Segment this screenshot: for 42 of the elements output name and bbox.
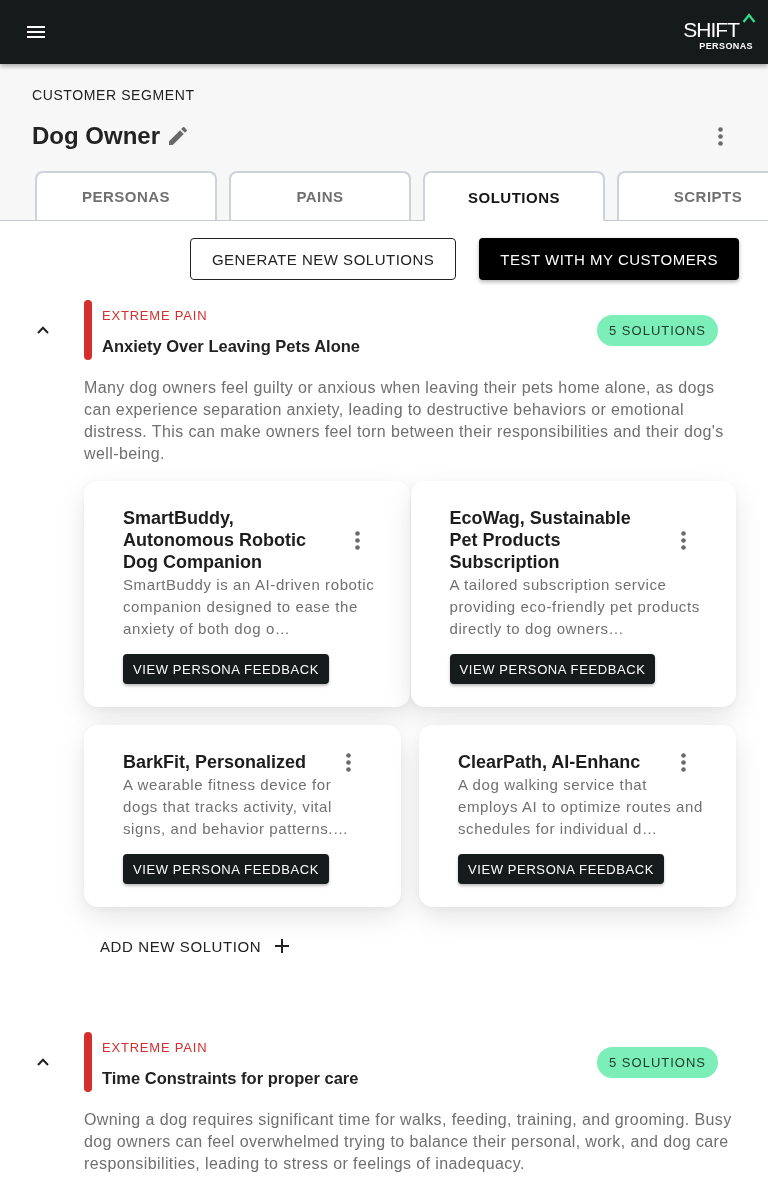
logo-wordmark: SHIFT <box>683 18 740 41</box>
chevron-icon[interactable] <box>37 326 49 334</box>
action-button[interactable]: GENERATE NEW SOLUTIONS <box>189 238 457 280</box>
edit-icon[interactable] <box>169 127 187 145</box>
tab[interactable]: PAINS <box>229 171 411 220</box>
more-icon[interactable] <box>718 126 723 146</box>
severity-label: EXTREME PAIN <box>102 307 209 325</box>
view-feedback-button[interactable]: VIEW PERSONA FEEDBACK <box>449 654 656 684</box>
pain-title: Anxiety Over Leaving Pets Alone <box>102 336 360 357</box>
tab[interactable]: SCRIPTS <box>617 171 768 220</box>
more-icon[interactable] <box>681 530 686 550</box>
solution-description: A wearable fitness device for dogs that tracks activity, vital signs, and behavior patterns.… <box>123 775 350 839</box>
more-icon[interactable] <box>346 752 351 772</box>
plus-icon <box>275 939 290 953</box>
more-icon[interactable] <box>681 752 686 772</box>
tab[interactable]: PERSONAS <box>35 171 217 220</box>
solution-title: BarkFit, Personalized <box>123 751 308 773</box>
pain-description: Owning a dog requires significant time for walks, feeding, training, and grooming. Busy dog owners can feel overwhelmed trying to balance their personal, work, and dog care responsibilities, leading to stress or feelings of inadequacy. <box>84 1110 733 1174</box>
pain-title: Time Constraints for proper care <box>102 1068 359 1089</box>
logo-subtitle: PERSONAS <box>699 40 753 52</box>
severity-label: EXTREME PAIN <box>102 1039 209 1057</box>
chevron-icon[interactable] <box>37 1058 49 1066</box>
solutions-count-badge: 5 SOLUTIONS <box>597 314 718 346</box>
solution-description: SmartBuddy is an AI-driven robotic companion designed to ease the anxiety of both dog o… <box>123 575 376 639</box>
pain-description: Many dog owners feel guilty or anxious when leaving their pets home alone, as dogs can experience separation anxiety, leading to destructive behaviors or emotional distress. This can make owners feel torn between their responsibilities and their dog's well-being. <box>84 378 725 464</box>
view-feedback-button[interactable]: VIEW PERSONA FEEDBACK <box>123 654 329 684</box>
menu-icon[interactable] <box>27 26 45 38</box>
view-feedback-button[interactable]: VIEW PERSONA FEEDBACK <box>458 854 664 884</box>
solution-description: A tailored subscription service providing eco-friendly pet products directly to dog owners… <box>449 575 701 639</box>
action-button[interactable]: TEST WITH MY CUSTOMERS <box>479 238 739 280</box>
tab[interactable]: SOLUTIONS <box>423 171 605 221</box>
solutions-count-badge: 5 SOLUTIONS <box>597 1046 718 1078</box>
more-icon[interactable] <box>354 530 360 550</box>
solution-title: EcoWag, Sustainable Pet Products Subscription <box>449 507 632 573</box>
logo-chevron-icon <box>742 12 756 23</box>
segment-eyebrow: CUSTOMER SEGMENT <box>32 86 196 105</box>
view-feedback-button[interactable]: VIEW PERSONA FEEDBACK <box>123 854 329 884</box>
add-solution-button[interactable]: ADD NEW SOLUTION <box>84 928 306 964</box>
solution-description: A dog walking service that employs AI to optimize routes and schedules for individual d… <box>458 775 704 839</box>
solution-title: ClearPath, AI-Enhanc <box>458 751 642 773</box>
solution-title: SmartBuddy, Autonomous Robotic Dog Companion <box>123 507 307 573</box>
segment-title: Dog Owner <box>32 121 160 151</box>
